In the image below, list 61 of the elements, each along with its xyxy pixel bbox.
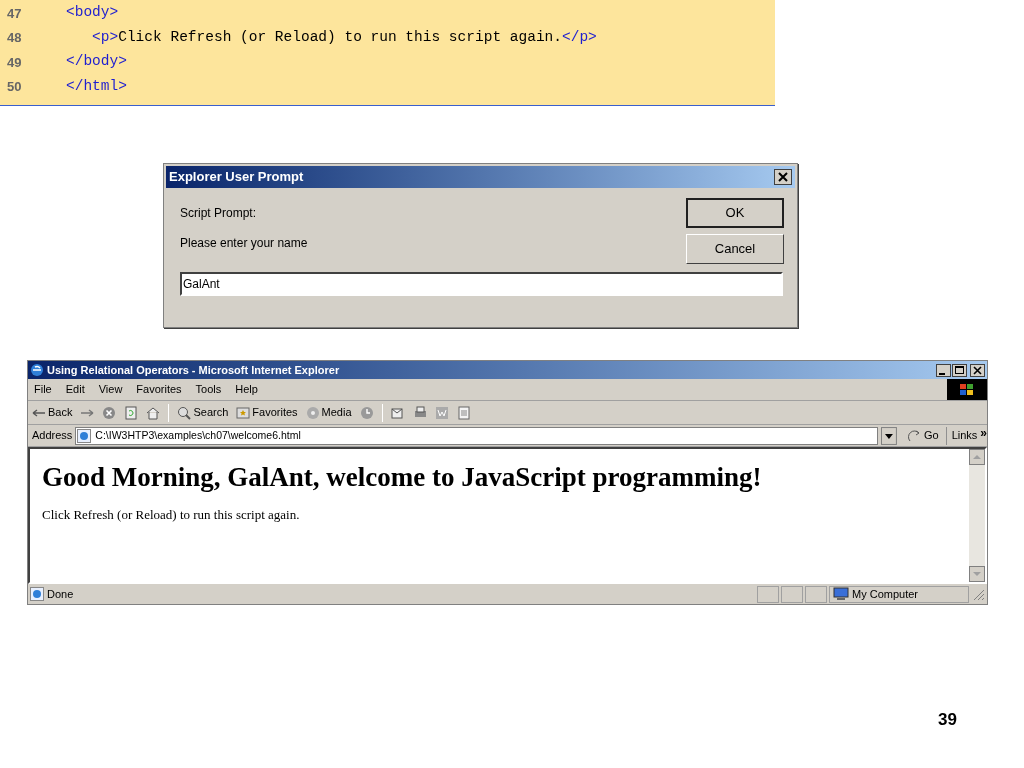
menu-item[interactable]: File <box>34 381 52 398</box>
code-line: </html> <box>66 76 127 96</box>
status-text: Done <box>47 586 74 602</box>
page-icon <box>30 587 44 601</box>
prompt-message: Please enter your name <box>180 235 308 252</box>
go-arrow-icon <box>907 428 922 443</box>
name-input-field[interactable]: GalAnt <box>180 272 783 296</box>
address-label: Address <box>32 428 73 444</box>
dialog-title: Explorer User Prompt <box>169 168 304 187</box>
close-icon[interactable] <box>774 169 792 185</box>
favorites-icon <box>236 405 251 420</box>
toolbar-button[interactable]: Media <box>305 404 352 421</box>
search-icon <box>177 405 192 420</box>
page-icon <box>77 428 92 443</box>
home-icon[interactable] <box>146 405 161 420</box>
code-line: <body> <box>66 3 119 23</box>
history-icon[interactable] <box>359 405 374 420</box>
toolbar-button[interactable]: Search <box>177 404 229 421</box>
zone-text: My Computer <box>852 586 919 602</box>
print-icon[interactable] <box>412 405 427 420</box>
status-panel <box>781 585 803 603</box>
menu-item[interactable]: Favorites <box>136 381 182 398</box>
menu-item[interactable]: Tools <box>195 381 222 398</box>
line-number: 48 <box>6 29 23 47</box>
toolbar-button[interactable]: Favorites <box>236 404 298 421</box>
line-number: 47 <box>6 4 23 23</box>
menu-item[interactable]: Edit <box>65 381 85 398</box>
line-number: 49 <box>6 53 23 72</box>
slide-number: 39 <box>938 709 957 731</box>
address-field[interactable]: C:\IW3HTP3\examples\ch07\welcome6.html <box>75 426 879 445</box>
refresh-icon[interactable] <box>124 405 139 420</box>
line-number: 50 <box>6 78 23 96</box>
links-button[interactable]: Links <box>951 427 978 444</box>
stop-icon[interactable] <box>102 405 117 420</box>
scroll-up-icon[interactable] <box>969 449 985 465</box>
dialog-button[interactable]: Cancel <box>686 234 784 264</box>
browser-title: Using Relational Operators - Microsoft Internet Explorer <box>47 362 340 378</box>
minimize-icon[interactable] <box>936 363 951 377</box>
media-icon <box>305 405 320 420</box>
prompt-label: Script Prompt: <box>180 205 258 222</box>
dialog-button[interactable]: OK <box>686 198 784 228</box>
status-panel <box>805 585 827 603</box>
toolbar-button[interactable]: Back <box>32 404 73 421</box>
menu-item[interactable]: Help <box>235 381 258 398</box>
document-icon[interactable] <box>456 405 471 420</box>
scroll-down-icon[interactable] <box>969 566 985 582</box>
page-heading: Good Morning, GalAnt, welcome to JavaScript programming! <box>42 461 763 494</box>
more-links-chevron[interactable]: » <box>980 423 987 442</box>
page-paragraph: Click Refresh (or Reload) to run this script again. <box>42 506 301 525</box>
code-line: </body> <box>66 52 127 72</box>
mail-icon[interactable] <box>390 405 405 420</box>
go-button[interactable]: Go <box>907 427 939 444</box>
menu-item[interactable]: View <box>98 381 123 398</box>
maximize-icon[interactable] <box>952 363 967 377</box>
status-panel <box>757 585 779 603</box>
dropdown-icon[interactable] <box>881 426 897 445</box>
computer-icon <box>833 587 849 601</box>
resize-grip-icon[interactable] <box>971 587 985 601</box>
code-line: <p>Click Refresh (or Reload) to run this script again.</p> <box>91 27 597 47</box>
windows-logo-icon <box>947 379 987 400</box>
close-icon[interactable] <box>970 363 985 377</box>
